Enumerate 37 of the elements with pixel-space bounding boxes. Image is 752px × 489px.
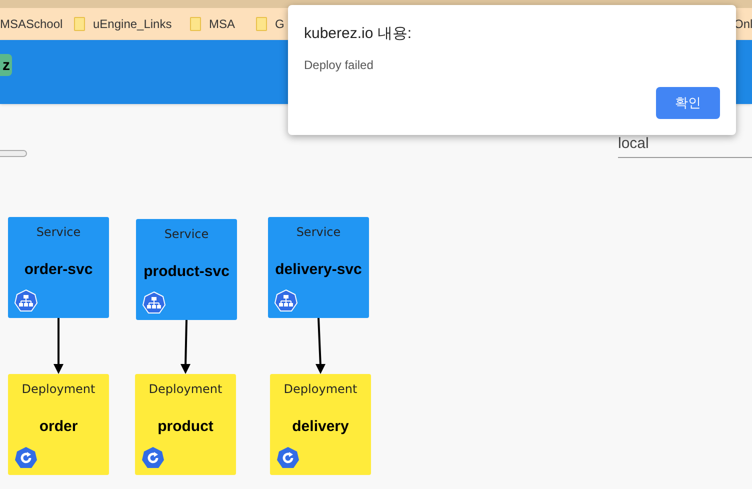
refresh-icon	[141, 446, 165, 470]
refresh-icon	[276, 446, 300, 470]
node-name: delivery-svc	[274, 260, 363, 280]
node-type-label: Deployment	[20, 381, 96, 398]
bookmark-link[interactable]: uEngine_Links	[93, 15, 172, 33]
connector-arrow	[180, 320, 190, 374]
connector-arrow	[54, 318, 64, 374]
node-type-label: Deployment	[148, 381, 224, 398]
bookmark-link[interactable]: G	[275, 15, 284, 33]
node-name: product	[156, 417, 214, 437]
node-name: order	[38, 417, 79, 437]
node-type-label: Service	[295, 224, 342, 241]
network-icon	[142, 291, 166, 315]
node-type-label: Service	[163, 226, 210, 243]
connector-arrow	[316, 318, 326, 374]
network-icon	[274, 289, 298, 313]
service-node[interactable]: Service product-svc	[136, 219, 237, 320]
node-type-label: Deployment	[282, 381, 358, 398]
service-node[interactable]: Service order-svc	[8, 217, 109, 318]
deployment-node[interactable]: Deployment delivery	[270, 374, 371, 475]
node-name: order-svc	[23, 260, 94, 280]
deployment-node[interactable]: Deployment product	[135, 374, 236, 475]
logo-letter: z	[2, 58, 10, 72]
dialog-message: Deploy failed	[304, 56, 374, 74]
refresh-icon	[14, 446, 38, 470]
bookmark-link[interactable]: MSASchool	[0, 15, 63, 33]
bookmark-link[interactable]: MSA	[209, 15, 236, 33]
deployment-node[interactable]: Deployment order	[8, 374, 109, 475]
service-node[interactable]: Service delivery-svc	[268, 217, 369, 318]
ok-button[interactable]: 확인	[656, 87, 720, 119]
node-type-label: Service	[35, 224, 82, 241]
node-name: delivery	[291, 417, 350, 437]
node-name: product-svc	[142, 262, 230, 282]
namespace-field[interactable]: local	[618, 136, 752, 158]
slider-track	[0, 150, 27, 157]
network-icon	[14, 289, 38, 313]
dialog-title: kuberez.io 내용:	[304, 24, 413, 44]
